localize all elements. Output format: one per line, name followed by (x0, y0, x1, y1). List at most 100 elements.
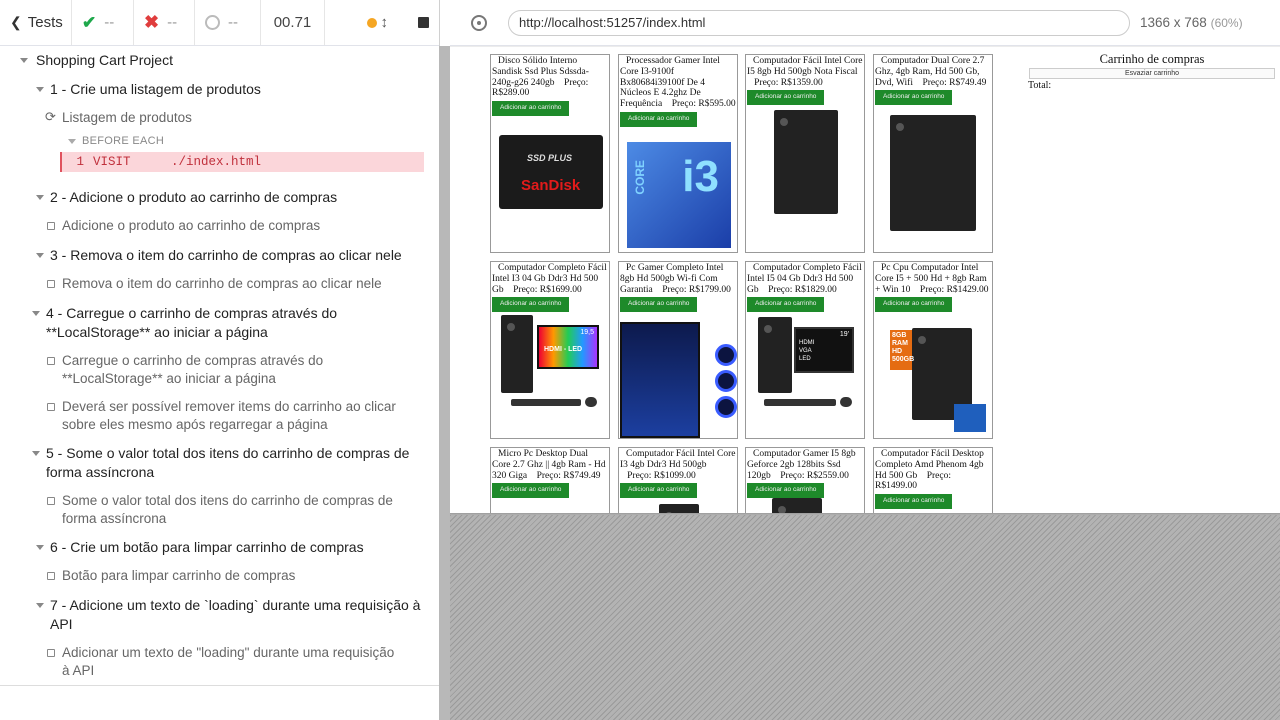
suite-title-line1: 4 - Carregue o carrinho de compras atrav… (46, 305, 338, 321)
pending-checkbox-icon (47, 222, 55, 230)
product-price: R$749.49 (949, 77, 987, 88)
product-image: CORE i3 (627, 142, 731, 248)
product-title: Computador Fácil Intel Core I5 8gb Hd 50… (747, 56, 863, 88)
product-card: Computador Completo Fácil Intel I3 04 Gb… (490, 261, 610, 439)
suite-title-line1: 5 - Some o valor total dos itens do carr… (46, 445, 410, 461)
auto-scroll-toggle[interactable]: ↕ (366, 14, 389, 31)
selector-playground-icon[interactable] (471, 14, 487, 31)
product-image (890, 115, 976, 231)
empty-preview-area (450, 515, 1280, 720)
add-to-cart-button[interactable]: Adicionar ao carrinho (620, 111, 698, 127)
pending-checkbox-icon (47, 357, 55, 365)
product-title: Computador Fácil Desktop Completo Amd Ph… (875, 449, 984, 492)
up-down-arrows-icon: ↕ (380, 14, 389, 31)
add-to-cart-button[interactable]: Adicionar ao carrinho (875, 494, 953, 509)
pending-spinner-icon (205, 15, 220, 30)
caret-down-icon (36, 603, 44, 608)
product-card: Computador Completo Fácil Intel I5 04 Gb… (745, 261, 865, 439)
product-price: R$749.49 (563, 470, 601, 481)
add-to-cart-button[interactable]: Adicionar ao carrinho (492, 297, 570, 313)
caret-down-icon (36, 195, 44, 200)
url-bar: http://localhost:51257/index.html 1366 x… (450, 0, 1280, 46)
viewport-scale: (60%) (1210, 16, 1243, 30)
passed-value: -- (104, 14, 115, 31)
product-image (620, 322, 738, 438)
product-title: Computador Completo Fácil Intel I5 04 Gb… (747, 263, 862, 295)
tests-label: Tests (27, 14, 63, 31)
test-title: Adicione o produto ao carrinho de compra… (62, 218, 321, 233)
reporter-toolbar: ❮ Tests ✔ -- ✖ -- -- 00.71 ↕ (0, 0, 439, 46)
add-to-cart-button[interactable]: Adicionar ao carrinho (492, 483, 570, 499)
pending-checkbox-icon (47, 572, 55, 580)
caret-down-icon (20, 58, 28, 63)
add-to-cart-button[interactable]: Adicionar ao carrinho (747, 483, 825, 499)
product-card: Pc Gamer Completo Intel 8gb Hd 500gb Wi-… (618, 261, 738, 439)
test-title-line1: Deverá ser possível remover items do car… (62, 399, 396, 414)
command-name: VISIT (93, 155, 131, 169)
product-image: 19,5 HDMI - LED (499, 315, 603, 411)
app-under-test: Disco Sólido Interno Sandisk Ssd Plus Sd… (450, 47, 1280, 513)
caret-down-icon (32, 451, 40, 456)
test-title-line2: à API (62, 663, 95, 678)
product-title: Computador Dual Core 2.7 Ghz, 4gb Ram, H… (875, 56, 987, 88)
add-to-cart-button[interactable]: Adicionar ao carrinho (747, 90, 825, 106)
command-row-visit[interactable]: 1 VISIT ./index.html (60, 152, 424, 172)
running-spinner-icon: ⟳ (45, 109, 56, 124)
chevron-left-icon: ❮ (10, 14, 22, 30)
run-controls: ↕ (325, 0, 439, 45)
suite-title-line2: **LocalStorage** ao iniciar a página (46, 324, 268, 340)
passed-count: ✔ -- (72, 0, 134, 45)
product-price: R$595.00 (698, 99, 736, 110)
product-price: R$1829.00 (794, 284, 837, 295)
product-price: R$1699.00 (539, 284, 582, 295)
project-title: Shopping Cart Project (36, 52, 173, 68)
product-title: Computador Completo Fácil Intel I3 04 Gb… (492, 263, 607, 295)
test-title-line1: Adicionar um texto de "loading" durante … (62, 645, 395, 660)
suite-title: 6 - Crie um botão para limpar carrinho d… (50, 539, 364, 555)
product-card: Processador Gamer Intel Core I3-9100f Bx… (618, 54, 738, 253)
product-image: SSD PLUS SanDisk (499, 135, 603, 209)
url-text: http://localhost:51257/index.html (519, 15, 706, 30)
product-image: 19' HDMI VGA LED (754, 315, 858, 411)
product-title: Computador Fácil Intel Core I3 4gb Ddr3 … (620, 449, 736, 481)
suite-title-line2: API (50, 616, 73, 632)
test-title-line2: **LocalStorage** ao iniciar a página (62, 371, 276, 386)
test-title: Botão para limpar carrinho de compras (62, 568, 296, 583)
reporter-panel: ❮ Tests ✔ -- ✖ -- -- 00.71 ↕ Shopping Ca (0, 0, 440, 720)
product-image (774, 110, 838, 214)
add-to-cart-button[interactable]: Adicionar ao carrinho (620, 297, 698, 313)
cart-total-label: Total: (1028, 80, 1052, 91)
running-dot-icon (366, 17, 377, 28)
product-price: R$289.00 (492, 88, 530, 99)
tests-nav-button[interactable]: ❮ Tests (0, 0, 72, 45)
pending-checkbox-icon (47, 497, 55, 505)
panel-resize-handle[interactable] (439, 46, 450, 720)
failed-count: ✖ -- (134, 0, 195, 45)
test-title: Listagem de produtos (62, 110, 192, 125)
empty-cart-button[interactable]: Esvaziar carrinho (1029, 68, 1275, 79)
add-to-cart-button[interactable]: Adicionar ao carrinho (620, 483, 698, 499)
caret-down-icon (36, 253, 44, 258)
add-to-cart-button[interactable]: Adicionar ao carrinho (875, 297, 953, 313)
product-card: Pc Cpu Computador Intel Core I5 + 500 Hd… (873, 261, 993, 439)
caret-down-icon (36, 545, 44, 550)
cart-section: Carrinho de compras Esvaziar carrinho To… (1028, 52, 1276, 91)
stop-button[interactable] (418, 17, 429, 28)
product-price: R$1429.00 (946, 284, 989, 295)
suite-title: 1 - Crie uma listagem de produtos (50, 81, 261, 97)
product-price: R$2559.00 (806, 470, 849, 481)
add-to-cart-button[interactable]: Adicionar ao carrinho (492, 101, 570, 116)
command-number: 1 (76, 155, 84, 169)
product-card: Micro Pc Desktop Dual Core 2.7 Ghz || 4g… (490, 447, 610, 513)
product-card: Computador Fácil Desktop Completo Amd Ph… (873, 447, 993, 513)
url-input[interactable]: http://localhost:51257/index.html (508, 9, 1130, 36)
pending-checkbox-icon (47, 280, 55, 288)
product-card: Computador Dual Core 2.7 Ghz, 4gb Ram, H… (873, 54, 993, 253)
pending-checkbox-icon (47, 649, 55, 657)
add-to-cart-button[interactable]: Adicionar ao carrinho (875, 90, 953, 106)
test-title-line1: Carregue o carrinho de compras através d… (62, 353, 324, 368)
reporter-footer (0, 685, 440, 720)
product-title: Disco Sólido Interno Sandisk Ssd Plus Sd… (492, 56, 589, 99)
command-arg: ./index.html (171, 155, 262, 169)
add-to-cart-button[interactable]: Adicionar ao carrinho (747, 297, 825, 313)
